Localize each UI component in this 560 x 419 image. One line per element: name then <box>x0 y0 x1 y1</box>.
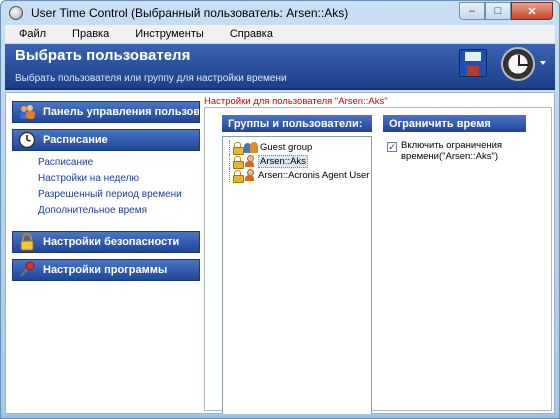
link-schedule[interactable]: Расписание <box>38 155 200 171</box>
pin-icon <box>17 261 37 279</box>
user-tree[interactable]: Guest group Arsen::Aks Arsen::Acronis Ag… <box>222 136 372 418</box>
group-icon <box>244 141 258 153</box>
lock-icon <box>233 141 244 155</box>
clock-icon[interactable] <box>501 47 535 81</box>
menu-help[interactable]: Справка <box>217 28 286 40</box>
sidebar-group-label: Настройки программы <box>43 264 168 276</box>
sidebar-group-label: Панель управления пользователями <box>43 106 200 118</box>
users-panel-title: Группы и пользователи: <box>222 115 372 132</box>
tree-connector <box>229 168 230 182</box>
tree-connector <box>229 140 230 154</box>
main-content: Панель управления пользователями Расписа… <box>5 92 555 418</box>
tree-item-arsen-aks[interactable]: Arsen::Aks <box>223 154 371 169</box>
tree-item-label: Guest group <box>260 141 313 153</box>
tree-item-guest-group[interactable]: Guest group <box>223 140 371 155</box>
save-icon[interactable] <box>459 49 487 77</box>
window-bottom-edge <box>1 414 559 418</box>
tree-item-acronis-agent[interactable]: Arsen::Acronis Agent User <box>223 168 371 183</box>
sidebar-group-user-panel[interactable]: Панель управления пользователями <box>12 101 200 123</box>
menu-bar: Файл Правка Инструменты Справка <box>5 25 555 44</box>
users-icon <box>17 103 37 121</box>
menu-file[interactable]: Файл <box>5 28 59 40</box>
user-icon <box>244 155 254 167</box>
sidebar-group-label: Настройки безопасности <box>43 236 180 248</box>
sidebar-group-program-settings[interactable]: Настройки программы <box>12 259 200 281</box>
minimize-button[interactable]: – <box>459 2 485 20</box>
close-button[interactable]: ✕ <box>511 2 553 20</box>
sidebar-group-label: Расписание <box>43 134 108 146</box>
link-week-settings[interactable]: Настройки на неделю <box>38 171 200 187</box>
sidebar: Панель управления пользователями Расписа… <box>12 101 200 287</box>
lock-icon <box>233 155 244 169</box>
enable-limits-row[interactable]: ✓ Включить ограничения времени("Arsen::A… <box>383 140 526 162</box>
link-extra-time[interactable]: Дополнительное время <box>38 203 200 219</box>
settings-for-user-label: Настройки для пользователя "Arsen::Aks" <box>204 96 388 107</box>
menu-tools[interactable]: Инструменты <box>122 28 217 40</box>
title-bar[interactable]: User Time Control (Выбранный пользовател… <box>1 1 559 25</box>
window-controls: – □ ✕ <box>459 2 553 20</box>
link-allowed-period[interactable]: Разрешенный период времени <box>38 187 200 203</box>
window-title: User Time Control (Выбранный пользовател… <box>31 6 349 20</box>
limit-panel-title: Ограничить время <box>383 115 526 132</box>
sidebar-group-security[interactable]: Настройки безопасности <box>12 231 200 253</box>
page-title-reflection: Выбрать пользователя <box>15 51 191 61</box>
header-banner: Выбрать пользователя Выбрать пользовател… <box>5 44 555 90</box>
lock-icon <box>233 169 244 183</box>
enable-limits-checkbox[interactable]: ✓ <box>387 142 397 152</box>
schedule-links: Расписание Настройки на неделю Разрешенн… <box>12 151 200 225</box>
maximize-button[interactable]: □ <box>485 2 511 20</box>
tree-item-label: Arsen::Aks <box>258 154 308 168</box>
tree-connector <box>229 154 230 168</box>
user-icon <box>244 169 254 181</box>
sidebar-group-schedule[interactable]: Расписание <box>12 129 200 151</box>
clock-icon <box>17 131 37 149</box>
menu-edit[interactable]: Правка <box>59 28 122 40</box>
users-panel: Группы и пользователи: Guest group Arsen… <box>222 115 372 418</box>
lock-icon <box>17 233 37 251</box>
app-window: User Time Control (Выбранный пользовател… <box>0 0 560 419</box>
limit-panel: Ограничить время ✓ Включить ограничения … <box>383 115 526 162</box>
app-clock-icon <box>9 6 23 20</box>
tree-item-label: Arsen::Acronis Agent User <box>258 169 370 181</box>
chevron-down-icon[interactable] <box>540 61 546 65</box>
page-subtitle: Выбрать пользователя или группу для наст… <box>15 73 287 84</box>
enable-limits-label: Включить ограничения времени("Arsen::Aks… <box>401 140 503 162</box>
